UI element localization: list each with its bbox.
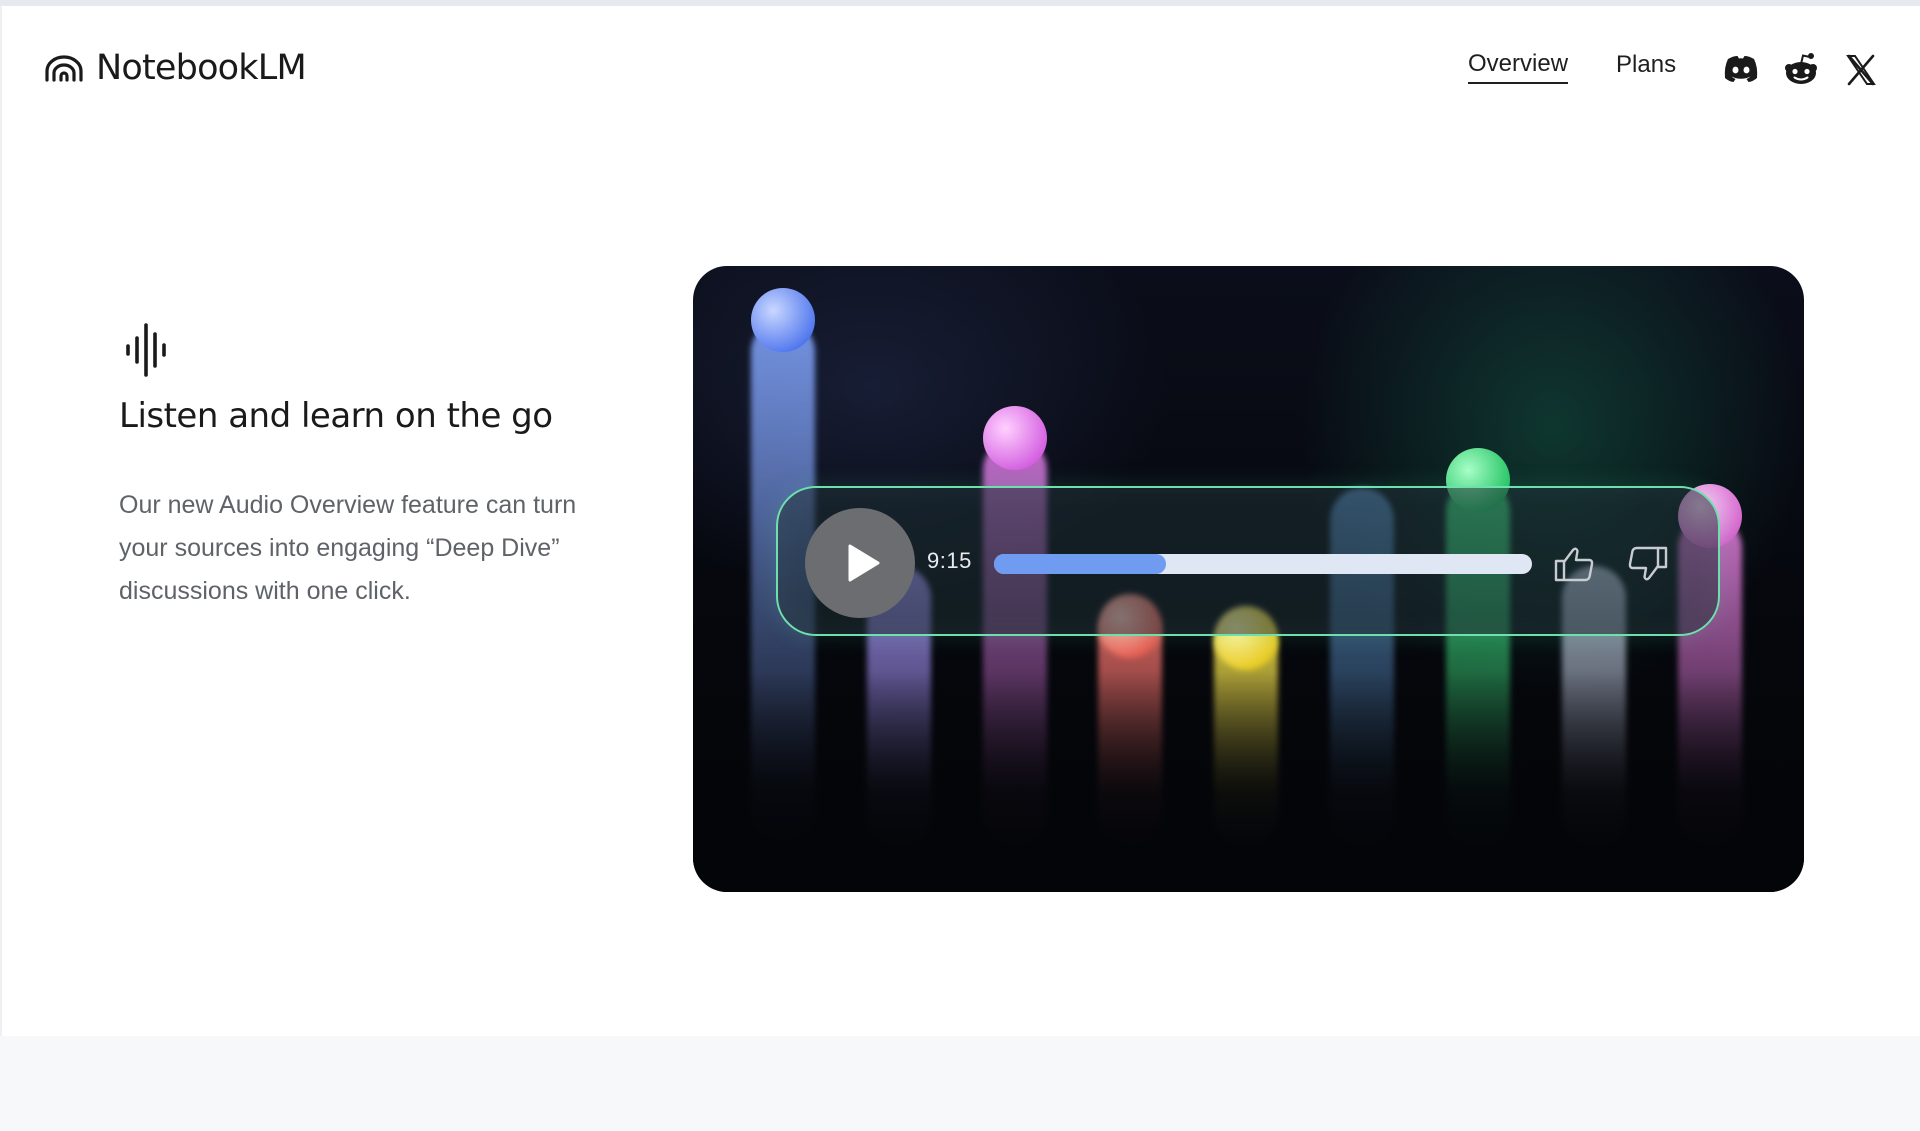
progress-bar[interactable] bbox=[994, 554, 1532, 574]
site-header: NotebookLM Overview Plans bbox=[0, 6, 1920, 126]
feature-description: Our new Audio Overview feature can turn … bbox=[119, 491, 577, 605]
page-left-edge bbox=[0, 6, 2, 1036]
discord-icon[interactable] bbox=[1722, 50, 1760, 88]
progress-fill bbox=[994, 554, 1167, 574]
visualizer-bar-5 bbox=[1214, 606, 1278, 846]
notebooklm-logo-icon bbox=[45, 55, 83, 82]
audio-overview-demo: 9:15 bbox=[693, 266, 1804, 892]
reddit-icon[interactable] bbox=[1782, 50, 1820, 88]
play-button[interactable] bbox=[805, 508, 915, 618]
playback-time: 9:15 bbox=[927, 548, 972, 573]
audio-waveform-icon bbox=[126, 323, 166, 377]
brand-link[interactable]: NotebookLM bbox=[44, 46, 307, 90]
next-section-band bbox=[0, 1036, 1920, 1131]
play-icon bbox=[848, 544, 880, 582]
thumb-down-icon bbox=[1628, 546, 1668, 581]
brand-name: NotebookLM bbox=[96, 48, 307, 88]
nav-link-plans[interactable]: Plans bbox=[1616, 51, 1676, 83]
thumb-up-button[interactable] bbox=[1552, 542, 1596, 586]
main-nav: Overview Plans bbox=[1468, 50, 1724, 84]
thumb-down-button[interactable] bbox=[1626, 542, 1670, 586]
feature-title: Listen and learn on the go bbox=[119, 396, 553, 436]
x-icon[interactable] bbox=[1842, 50, 1880, 88]
thumb-up-icon bbox=[1554, 547, 1594, 582]
nav-link-overview[interactable]: Overview bbox=[1468, 50, 1569, 84]
social-links bbox=[1722, 50, 1880, 88]
audio-player: 9:15 bbox=[776, 486, 1720, 636]
